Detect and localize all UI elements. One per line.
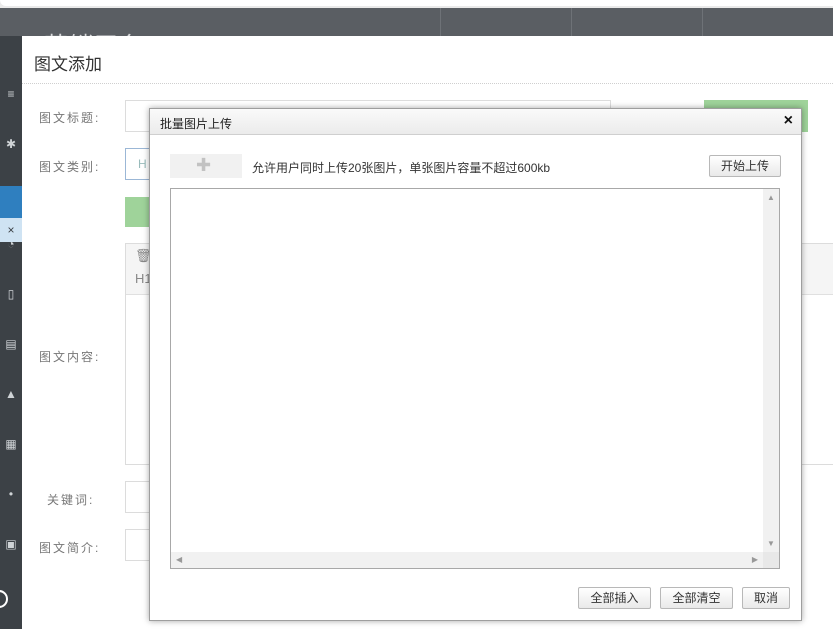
gear-icon[interactable]: ✱	[2, 136, 20, 152]
horizontal-scrollbar[interactable]: ◀ ▶	[171, 552, 763, 568]
dialog-header: 批量图片上传 ×	[150, 109, 801, 135]
dot-icon[interactable]: •	[2, 486, 20, 502]
sidebar: ≡ ✱ × ◔ ▯ ▤ ▲ ▦ • ▣	[0, 36, 22, 629]
scrollbar-corner	[763, 552, 779, 568]
file-list-area[interactable]: ▲ ▼ ◀ ▶	[170, 188, 780, 569]
label-category: 图文类别:	[39, 160, 101, 174]
divider	[22, 83, 833, 84]
close-icon[interactable]: ×	[784, 112, 793, 130]
scroll-right-icon[interactable]: ▶	[752, 555, 758, 564]
insert-all-button[interactable]: 全部插入	[578, 587, 651, 609]
scroll-left-icon[interactable]: ◀	[176, 555, 182, 564]
flash-plugin-placeholder[interactable]: ✚	[170, 154, 242, 178]
user-icon[interactable]: ▲	[2, 386, 20, 402]
page-title: 图文添加	[34, 55, 102, 74]
browser-top-bar	[0, 0, 833, 8]
image-icon[interactable]: ▣	[2, 536, 20, 552]
vertical-scrollbar[interactable]: ▲ ▼	[763, 189, 779, 552]
upload-hint-text: 允许用户同时上传20张图片，单张图片容量不超过600kb	[252, 161, 551, 175]
green-add-button[interactable]	[125, 197, 151, 227]
clock-icon[interactable]: ◔	[2, 236, 20, 252]
scroll-down-icon[interactable]: ▼	[767, 539, 775, 548]
label-title: 图文标题:	[39, 111, 101, 125]
clear-all-button[interactable]: 全部清空	[660, 587, 733, 609]
upload-dialog: 批量图片上传 × ✚ 允许用户同时上传20张图片，单张图片容量不超过600kb …	[149, 108, 802, 621]
cancel-button[interactable]: 取消	[742, 587, 790, 609]
scroll-up-icon[interactable]: ▲	[767, 193, 775, 202]
menu-icon[interactable]: ≡	[2, 86, 20, 102]
start-upload-button[interactable]: 开始上传	[709, 155, 781, 177]
puzzle-icon: ✚	[196, 155, 212, 175]
label-keywords: 关键词:	[47, 493, 95, 507]
file-icon[interactable]: ▯	[2, 286, 20, 302]
dialog-title: 批量图片上传	[160, 117, 233, 131]
app-header: MY营销平台	[0, 8, 833, 60]
sidebar-item-active[interactable]	[0, 186, 22, 218]
label-content: 图文内容:	[39, 350, 101, 364]
grid-icon[interactable]: ▦	[2, 436, 20, 452]
document-icon[interactable]: ▤	[2, 336, 20, 352]
label-summary: 图文简介:	[39, 541, 101, 555]
